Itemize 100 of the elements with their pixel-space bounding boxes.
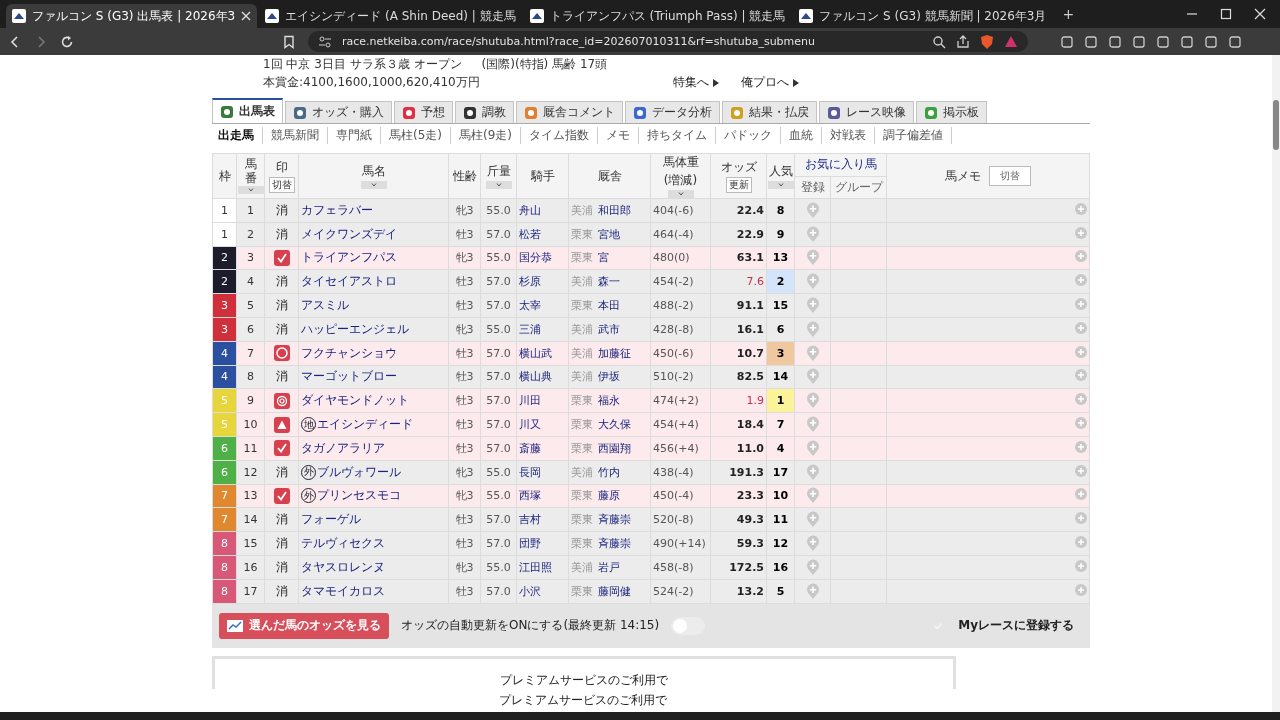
add-memo-icon[interactable] [1075,250,1087,263]
sub-tab[interactable]: 対戦表 [822,126,875,144]
add-memo-icon[interactable] [1075,298,1087,311]
add-favorite-icon[interactable] [805,558,820,576]
add-favorite-icon[interactable] [805,201,820,219]
address-bar[interactable]: race.netkeiba.com/race/shutuba.html?race_id=202607010311&rf=shutuba_submenu [308,31,1028,52]
circle-mark-icon[interactable] [273,345,290,362]
add-memo-icon[interactable] [1075,464,1087,477]
trainer-link[interactable]: 加藤征 [598,345,631,361]
add-favorite-icon[interactable] [805,392,820,410]
site-settings-icon[interactable] [318,34,332,49]
add-favorite-icon[interactable] [805,368,820,386]
browser-tab[interactable]: トライアンフパス (Triumph Pass) | 競走馬 [523,4,792,28]
toolbar-icon[interactable] [1060,34,1074,49]
add-memo-icon[interactable] [1075,274,1087,287]
main-tab[interactable]: 厩舎コメント [516,101,623,123]
add-favorite-icon[interactable] [805,416,820,434]
share-icon[interactable] [956,34,970,49]
sort-icon[interactable] [360,181,387,189]
triangle-mark-icon[interactable] [273,416,290,433]
trainer-link[interactable]: 斉藤崇 [598,512,631,528]
new-tab-button[interactable]: + [1054,6,1083,22]
trainer-link[interactable]: 藤岡健 [598,583,631,599]
sort-icon[interactable] [767,181,794,189]
add-favorite-icon[interactable] [805,487,820,505]
sub-tab[interactable]: メモ [598,126,639,144]
add-favorite-icon[interactable] [805,225,820,243]
add-memo-icon[interactable] [1075,512,1087,525]
sub-tab[interactable]: 持ちタイム [639,126,716,144]
horse-name-link[interactable]: エイシンディード [317,416,413,434]
add-favorite-icon[interactable] [805,273,820,291]
sub-tab[interactable]: タイム指数 [521,126,598,144]
browser-tab[interactable]: ファルコン S (G3) 競馬新聞 | 2026年3月 [793,4,1053,28]
sub-tab[interactable]: 専門紙 [328,126,381,144]
trainer-link[interactable]: 和田郎 [598,202,631,218]
add-favorite-icon[interactable] [805,297,820,315]
sub-tab[interactable]: 馬柱(5走) [381,126,451,144]
browser-tab[interactable]: エイシンディード (A Shin Deed) | 競走馬 [259,4,522,28]
trainer-link[interactable]: 宮 [598,250,609,266]
add-memo-icon[interactable] [1075,226,1087,239]
add-memo-icon[interactable] [1075,417,1087,430]
scrollbar[interactable] [1272,55,1280,712]
header-link[interactable]: 俺プロへ [741,74,789,91]
horse-name-link[interactable]: ブルヴォワール [317,463,401,481]
trainer-link[interactable]: 竹内 [598,464,620,480]
add-memo-icon[interactable] [1075,321,1087,334]
main-tab[interactable]: 予想 [394,101,453,123]
trainer-link[interactable]: 本田 [598,298,620,314]
main-tab[interactable]: 結果・払戻 [722,101,817,123]
close-icon[interactable] [241,11,252,21]
add-memo-icon[interactable] [1075,583,1087,596]
sub-tab[interactable]: 競馬新聞 [263,126,328,144]
toolbar-icon[interactable] [1180,34,1194,49]
sub-tab[interactable]: 調子偏差値 [875,126,952,144]
toolbar-icon[interactable] [1132,34,1146,49]
add-favorite-icon[interactable] [805,511,820,529]
sort-icon[interactable] [485,181,512,189]
add-favorite-icon[interactable] [805,535,820,553]
check-mark-icon[interactable] [273,487,290,504]
add-favorite-icon[interactable] [805,320,820,338]
sub-tab[interactable]: 血統 [781,126,822,144]
trainer-link[interactable]: 岩戸 [598,559,620,575]
header-button[interactable]: 更新 [725,177,752,193]
add-memo-icon[interactable] [1075,488,1087,501]
trainer-link[interactable]: 宮地 [598,226,620,242]
auto-update-toggle[interactable] [671,616,706,635]
arrow-icon[interactable] [713,78,719,87]
add-favorite-icon[interactable] [805,249,820,267]
toolbar-icon[interactable] [1084,34,1098,49]
trainer-link[interactable]: 福永 [598,393,620,409]
add-memo-icon[interactable] [1075,536,1087,549]
maximize-icon[interactable] [1220,8,1232,20]
sort-icon[interactable] [667,190,694,198]
header-button[interactable]: 切替 [268,177,295,193]
add-favorite-icon[interactable] [805,344,820,362]
toolbar-icon[interactable] [1108,34,1122,49]
trainer-link[interactable]: 森一 [598,274,620,290]
header-link[interactable]: 特集へ [673,74,709,91]
double-circle-mark-icon[interactable] [273,392,290,409]
main-tab[interactable]: データ分析 [625,101,720,123]
check-mark-icon[interactable] [273,250,290,266]
zoom-icon[interactable] [932,34,946,49]
add-memo-icon[interactable] [1075,440,1087,453]
browser-tab[interactable]: ファルコン S (G3) 出馬表 | 2026年3 [6,4,258,28]
arrow-icon[interactable] [793,78,799,87]
toolbar-icon[interactable] [1156,34,1170,49]
sub-tab[interactable]: 出走馬 [212,126,263,144]
reload-icon[interactable] [60,34,74,49]
check-mark-icon[interactable] [273,440,290,457]
view-odds-button[interactable]: 選んだ馬のオッズを見る [219,612,389,639]
toolbar-icon[interactable] [1204,34,1218,49]
shield-icon[interactable] [980,33,994,50]
add-favorite-icon[interactable] [805,439,820,457]
trainer-link[interactable]: 西園翔 [598,440,631,456]
sort-icon[interactable] [237,185,264,194]
trainer-link[interactable]: 斉藤崇 [598,536,631,552]
add-memo-icon[interactable] [1075,369,1087,382]
add-memo-icon[interactable] [1075,393,1087,406]
trainer-link[interactable]: 大久保 [598,417,631,433]
sub-tab[interactable]: 馬柱(9走) [451,126,521,144]
